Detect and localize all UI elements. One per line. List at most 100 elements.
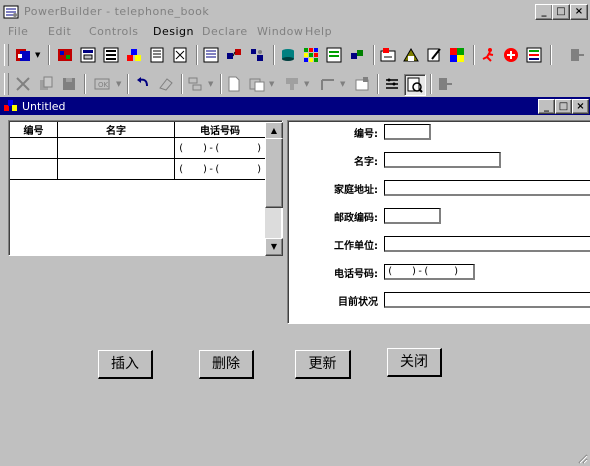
menu-help[interactable]: Help xyxy=(305,25,332,38)
delete-button[interactable]: 删除 xyxy=(199,350,254,379)
app-titlebar[interactable]: PowerBuilder - telephone_book _ □ × xyxy=(0,0,590,24)
style-button[interactable] xyxy=(282,74,302,94)
run-button[interactable] xyxy=(478,45,498,65)
column-header-name[interactable]: 名字 xyxy=(57,122,175,138)
sheet-close-button[interactable]: × xyxy=(572,99,589,114)
label-postal-code: 邮政编码: xyxy=(334,213,378,224)
sheet-maximize-button[interactable]: □ xyxy=(555,99,572,114)
menu-window[interactable]: Window xyxy=(257,25,303,38)
paste-icon xyxy=(63,78,75,90)
cell-id[interactable] xyxy=(10,158,58,180)
style-dropdown[interactable]: ▼ xyxy=(302,74,312,94)
undo-button[interactable] xyxy=(133,74,153,94)
sheet-minimize-button[interactable]: _ xyxy=(538,99,555,114)
column-header-phone[interactable]: 电话号码 xyxy=(174,122,266,138)
vertical-scrollbar[interactable]: ▲ ▼ xyxy=(265,122,283,256)
field-work-unit[interactable] xyxy=(384,236,590,252)
user-object-icon xyxy=(326,47,342,63)
control-button[interactable] xyxy=(247,74,267,94)
cut-button[interactable] xyxy=(13,74,33,94)
style-icon xyxy=(286,78,298,90)
color-button[interactable] xyxy=(447,45,467,65)
page-icon xyxy=(228,76,240,92)
preview-button[interactable] xyxy=(170,45,190,65)
eraser-button[interactable] xyxy=(156,74,176,94)
window-painter-button[interactable] xyxy=(78,45,98,65)
ok-button[interactable]: OK xyxy=(90,74,114,94)
stop-button[interactable] xyxy=(501,45,521,65)
phone-list-grid[interactable]: 编号 名字 电话号码 ( )-( ) ( )-( ) ▲ ▼ xyxy=(8,120,283,256)
sheet-titlebar[interactable]: Untitled _ □ × xyxy=(0,97,590,115)
property-icon xyxy=(355,77,369,91)
menu-controls[interactable]: Controls xyxy=(89,25,139,38)
svg-text:OK: OK xyxy=(98,81,109,89)
field-name[interactable] xyxy=(384,152,501,168)
library-button[interactable] xyxy=(247,45,267,65)
structure-painter-button[interactable] xyxy=(147,45,167,65)
arrow-tool-button[interactable] xyxy=(318,74,338,94)
cell-phone[interactable]: ( )-( ) xyxy=(174,158,266,180)
close-form-button[interactable]: 关闭 xyxy=(387,348,442,377)
cell-name[interactable] xyxy=(57,158,175,180)
app-title: PowerBuilder - telephone_book xyxy=(24,5,210,18)
grid-button[interactable] xyxy=(382,74,402,94)
datawindow-painter-button[interactable] xyxy=(124,45,144,65)
menu-edit[interactable]: Edit xyxy=(48,25,71,38)
insert-button[interactable]: 插入 xyxy=(98,350,153,379)
minimize-button[interactable]: _ xyxy=(535,4,553,20)
eraser-icon xyxy=(159,78,173,91)
ok-dropdown[interactable]: ▼ xyxy=(114,74,124,94)
field-home-address[interactable] xyxy=(384,180,590,196)
function-button[interactable] xyxy=(224,45,244,65)
property-button[interactable] xyxy=(352,74,372,94)
menu-file[interactable]: File xyxy=(8,25,28,38)
preview-data-button[interactable] xyxy=(404,74,426,96)
maximize-button[interactable]: □ xyxy=(552,4,570,20)
arrow-tool-dropdown[interactable]: ▼ xyxy=(338,74,348,94)
cell-name[interactable] xyxy=(57,137,175,159)
scroll-thumb[interactable] xyxy=(265,138,283,208)
close-tool-button[interactable] xyxy=(434,74,454,94)
structure-icon xyxy=(150,47,164,63)
new-dropdown[interactable]: ▼ xyxy=(33,45,43,65)
application-button[interactable] xyxy=(347,45,367,65)
align-dropdown[interactable]: ▼ xyxy=(206,74,216,94)
control-dropdown[interactable]: ▼ xyxy=(267,74,277,94)
table-row[interactable]: ( )-( ) xyxy=(10,137,266,159)
label-id: 编号: xyxy=(354,129,378,140)
control-icon xyxy=(249,78,265,92)
align-button[interactable] xyxy=(186,74,206,94)
field-current-status[interactable] xyxy=(384,292,590,308)
edit-script-button[interactable] xyxy=(424,45,444,65)
toolbar-grip[interactable] xyxy=(4,44,9,66)
query-button[interactable] xyxy=(201,45,221,65)
field-id[interactable] xyxy=(384,124,431,140)
query-icon xyxy=(203,47,219,63)
menu-painter-button[interactable] xyxy=(101,45,121,65)
scroll-down-button[interactable]: ▼ xyxy=(265,238,283,256)
field-postal-code[interactable] xyxy=(384,208,441,224)
page-button[interactable] xyxy=(224,74,244,94)
menu-declare[interactable]: Declare xyxy=(202,25,248,38)
pipeline-button[interactable] xyxy=(301,45,321,65)
database-button[interactable] xyxy=(278,45,298,65)
column-header-id[interactable]: 编号 xyxy=(10,122,58,138)
list-button[interactable] xyxy=(524,45,544,65)
exit-button[interactable] xyxy=(566,45,586,65)
paste-button[interactable] xyxy=(59,74,79,94)
resize-grip-icon[interactable] xyxy=(576,452,588,464)
cell-phone[interactable]: ( )-( ) xyxy=(174,137,266,159)
field-phone[interactable]: ( )-( ) xyxy=(384,264,475,280)
new-button[interactable] xyxy=(13,45,33,65)
debug-button[interactable] xyxy=(378,45,398,65)
menu-design[interactable]: Design xyxy=(153,25,194,38)
table-row[interactable]: ( )-( ) xyxy=(10,158,266,180)
cell-id[interactable] xyxy=(10,137,58,159)
copy-button[interactable] xyxy=(36,74,56,94)
open-button[interactable] xyxy=(55,45,75,65)
user-object-button[interactable] xyxy=(324,45,344,65)
toolbar-grip[interactable] xyxy=(4,73,9,95)
script-button[interactable] xyxy=(401,45,421,65)
update-button[interactable]: 更新 xyxy=(295,350,351,379)
close-button[interactable]: × xyxy=(570,4,588,20)
